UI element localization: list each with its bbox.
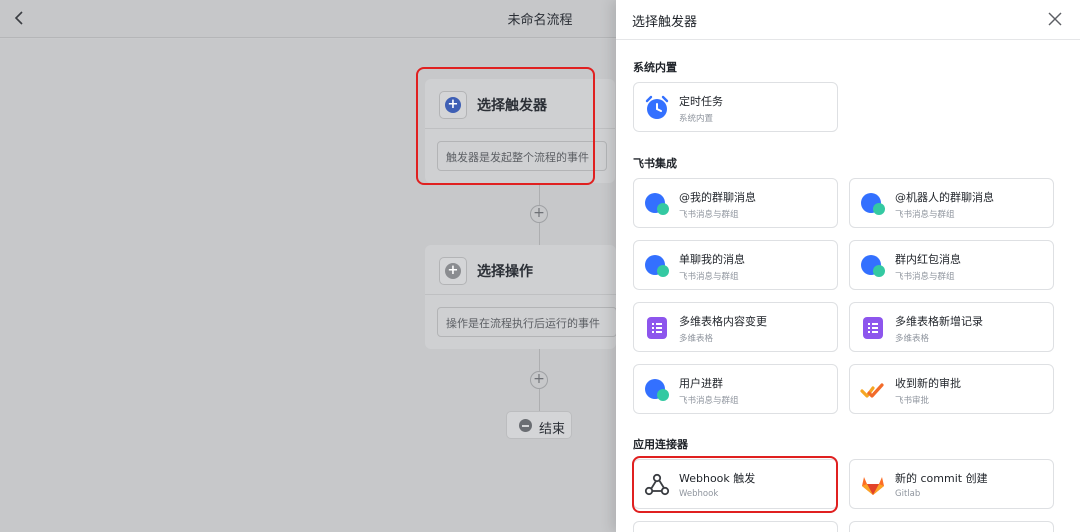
action-node-icon-box: +	[439, 257, 467, 285]
flow-title: 未命名流程	[507, 13, 573, 28]
trigger-card-bitable-change[interactable]: 多维表格内容变更 多维表格	[633, 302, 838, 352]
approval-icon	[860, 383, 884, 398]
back-arrow-icon[interactable]	[10, 8, 30, 28]
card-title: 收到新的审批	[895, 377, 961, 390]
section-title-feishu: 飞书集成	[633, 157, 677, 170]
trigger-card-user-join[interactable]: 用户进群 飞书消息与群组	[633, 364, 838, 414]
action-node-title: 选择操作	[477, 264, 533, 280]
trigger-card-partial[interactable]	[633, 521, 838, 532]
card-subtitle: 飞书消息与群组	[895, 272, 955, 282]
end-node: 结束	[506, 411, 572, 439]
chat-bubble-icon	[861, 193, 885, 215]
panel-title: 选择触发器	[632, 15, 698, 30]
card-subtitle: 飞书消息与群组	[895, 210, 955, 220]
card-title: 群内红包消息	[895, 253, 961, 266]
add-step-plus-icon[interactable]: +	[530, 205, 548, 223]
trigger-card-gitlab-commit[interactable]: 新的 commit 创建 Gitlab	[849, 459, 1054, 509]
trigger-card-partial[interactable]	[849, 521, 1054, 532]
close-icon[interactable]	[1046, 10, 1064, 28]
card-title: 多维表格新增记录	[895, 315, 983, 328]
plus-icon: +	[445, 263, 461, 279]
gitlab-icon	[862, 477, 884, 495]
trigger-card-red-packet[interactable]: 群内红包消息 飞书消息与群组	[849, 240, 1054, 290]
card-subtitle: 多维表格	[895, 334, 930, 344]
card-subtitle: Gitlab	[895, 489, 921, 499]
end-node-label: 结束	[539, 422, 566, 437]
card-title: 单聊我的消息	[679, 253, 745, 266]
chat-bubble-icon	[645, 379, 669, 401]
trigger-card-group-mention-me[interactable]: @我的群聊消息 飞书消息与群组	[633, 178, 838, 228]
card-title: 多维表格内容变更	[679, 315, 767, 328]
chat-bubble-icon	[645, 255, 669, 277]
add-step-plus-icon[interactable]: +	[530, 371, 548, 389]
trigger-card-direct-message[interactable]: 单聊我的消息 飞书消息与群组	[633, 240, 838, 290]
bitable-icon	[863, 317, 883, 339]
section-title-app-connectors: 应用连接器	[633, 438, 688, 451]
connector-line	[539, 223, 540, 245]
card-title: 定时任务	[679, 95, 723, 108]
card-title: @机器人的群聊消息	[895, 191, 994, 204]
webhook-highlight-box	[632, 456, 838, 513]
section-title-builtin: 系统内置	[633, 61, 677, 74]
card-subtitle: 系统内置	[679, 114, 714, 124]
panel-header: 选择触发器	[616, 0, 1080, 40]
action-node-description[interactable]: 操作是在流程执行后运行的事件	[437, 307, 616, 337]
trigger-card-scheduled-task[interactable]: 定时任务 系统内置	[633, 82, 838, 132]
action-node[interactable]: + 选择操作 操作是在流程执行后运行的事件	[425, 245, 616, 349]
trigger-card-bitable-new-record[interactable]: 多维表格新增记录 多维表格	[849, 302, 1054, 352]
card-subtitle: 飞书消息与群组	[679, 210, 739, 220]
card-title: 新的 commit 创建	[895, 472, 988, 485]
minus-icon	[519, 419, 532, 432]
bitable-icon	[647, 317, 667, 339]
trigger-card-group-mention-bot[interactable]: @机器人的群聊消息 飞书消息与群组	[849, 178, 1054, 228]
card-subtitle: 飞书消息与群组	[679, 272, 739, 282]
card-title: 用户进群	[679, 377, 723, 390]
connector-line	[539, 349, 540, 371]
connector-line	[539, 389, 540, 411]
trigger-selector-panel: 选择触发器 系统内置 定时任务 系统内置 飞书集成 @我的群聊消息 飞书消息与群…	[616, 0, 1080, 532]
card-subtitle: 飞书消息与群组	[679, 396, 739, 406]
chat-bubble-icon	[861, 255, 885, 277]
trigger-card-new-approval[interactable]: 收到新的审批 飞书审批	[849, 364, 1054, 414]
action-node-header: + 选择操作	[425, 245, 616, 295]
trigger-highlight-box	[416, 67, 595, 185]
card-title: @我的群聊消息	[679, 191, 756, 204]
chat-bubble-icon	[645, 193, 669, 215]
card-subtitle: 多维表格	[679, 334, 714, 344]
card-subtitle: 飞书审批	[895, 396, 930, 406]
alarm-clock-icon	[645, 95, 669, 119]
